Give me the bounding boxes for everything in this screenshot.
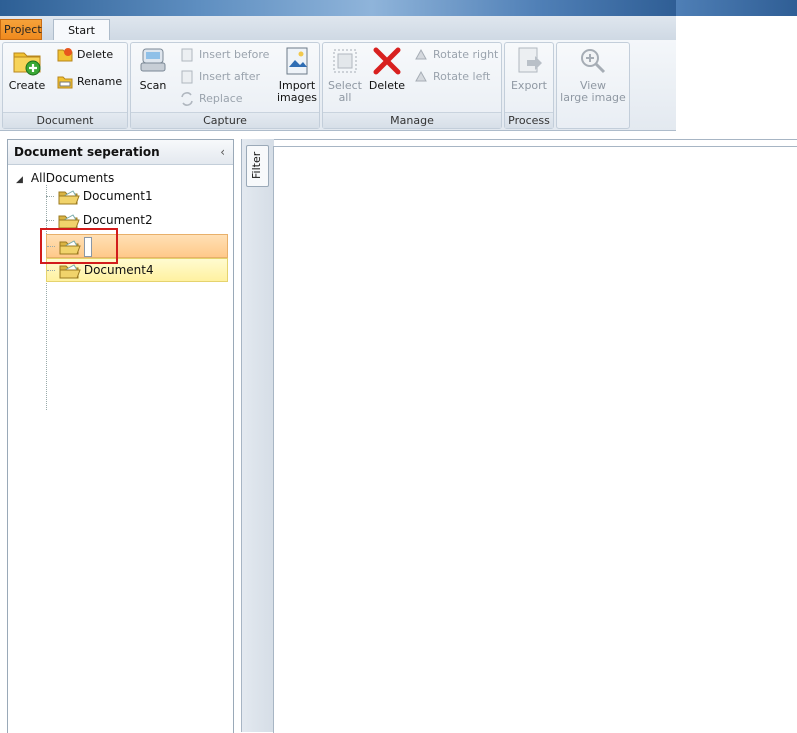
highlight-annotation-box (40, 228, 118, 264)
tree-item-document1[interactable]: Document1 (46, 185, 153, 207)
panel-title: Document seperation (14, 145, 160, 159)
group-label-manage: Manage (323, 112, 501, 128)
tree-branch-line (46, 196, 54, 197)
scan-label: Scan (139, 79, 167, 92)
view-label-line2: large image (560, 91, 626, 104)
select-all-button[interactable]: Select all (325, 45, 365, 104)
rotate-left-icon (415, 70, 427, 82)
create-folder-icon (13, 52, 41, 76)
import-label-line2: images (277, 91, 317, 104)
panel-header: Document seperation ‹ (8, 140, 233, 165)
select-all-icon (333, 49, 357, 73)
delete-image-label: Delete (368, 79, 406, 92)
open-folder-icon (58, 213, 80, 228)
collapse-panel-button[interactable]: ‹ (220, 140, 225, 164)
insert-before-icon (181, 48, 193, 62)
title-band (0, 0, 676, 16)
import-images-icon (286, 47, 308, 75)
magnifier-zoom-icon (581, 49, 606, 74)
tree-item-label: Document1 (82, 189, 153, 203)
red-x-delete-icon (373, 47, 401, 75)
tree-root-label: AllDocuments (30, 171, 115, 185)
group-label-process: Process (505, 112, 553, 128)
delete-image-button[interactable]: Delete (367, 45, 407, 92)
filter-strip: Filter (241, 139, 274, 732)
image-content-area[interactable] (273, 146, 797, 733)
replace-label: Replace (199, 92, 243, 105)
rotate-left-label: Rotate left (433, 70, 491, 83)
select-label-line2: all (338, 91, 352, 104)
group-document: Create Delete Rename Document (2, 42, 128, 129)
delete-folder-icon (57, 48, 73, 62)
replace-button[interactable]: Replace (179, 89, 243, 109)
export-button[interactable]: Export (509, 45, 549, 92)
rotate-right-button[interactable]: Rotate right (413, 45, 498, 65)
export-label: Export (510, 79, 547, 92)
insert-before-label: Insert before (199, 48, 270, 61)
tree-root[interactable]: ◢ AllDocuments (16, 170, 114, 186)
group-label-capture: Capture (131, 112, 319, 128)
filter-button[interactable]: Filter (246, 145, 269, 187)
tab-start[interactable]: Start (53, 19, 110, 41)
document-separation-panel: Document seperation ‹ ◢ AllDocuments Docu… (7, 139, 234, 733)
scanner-icon (140, 48, 166, 72)
group-label-document: Document (3, 112, 127, 128)
content-top-border (241, 139, 797, 140)
view-large-image-button[interactable]: View large image (559, 45, 627, 104)
import-images-button[interactable]: Import images (277, 45, 317, 104)
insert-after-button[interactable]: Insert after (179, 67, 260, 87)
delete-document-button[interactable]: Delete (57, 45, 113, 65)
ribbon-extension-blank (676, 16, 797, 146)
insert-after-label: Insert after (199, 70, 261, 83)
replace-icon (181, 92, 193, 106)
rename-button[interactable]: Rename (57, 72, 122, 92)
rename-folder-icon (57, 76, 73, 89)
tree-item-label: Document4 (83, 263, 154, 277)
rotate-right-icon (415, 48, 427, 60)
group-process: Export Process (504, 42, 554, 129)
export-icon (518, 47, 542, 73)
create-label: Create (8, 79, 46, 92)
open-folder-icon (59, 263, 81, 278)
create-button[interactable]: Create (7, 45, 47, 92)
rotate-left-button[interactable]: Rotate left (413, 67, 490, 87)
group-view: View large image (556, 42, 630, 129)
rotate-right-label: Rotate right (433, 48, 499, 61)
title-band-right (676, 0, 797, 16)
rename-label: Rename (77, 75, 123, 88)
open-folder-icon (58, 189, 80, 204)
filter-label: Filter (250, 151, 263, 179)
delete-document-label: Delete (77, 48, 114, 61)
group-capture: Scan Insert before Insert after Replace … (130, 42, 320, 129)
scan-button[interactable]: Scan (135, 45, 171, 92)
tab-project[interactable]: Project (0, 19, 42, 40)
tree-item-label: Document2 (82, 213, 153, 227)
ribbon: Create Delete Rename Document Scan Inser… (0, 40, 676, 131)
group-manage: Select all Delete Rotate right Rotate le… (322, 42, 502, 129)
expand-triangle-icon[interactable]: ◢ (16, 175, 23, 185)
insert-before-button[interactable]: Insert before (179, 45, 269, 65)
tree-branch-line (47, 270, 55, 271)
insert-after-icon (181, 70, 193, 84)
ribbon-tab-strip: Project Start (0, 16, 676, 41)
tree-branch-line (46, 220, 54, 221)
